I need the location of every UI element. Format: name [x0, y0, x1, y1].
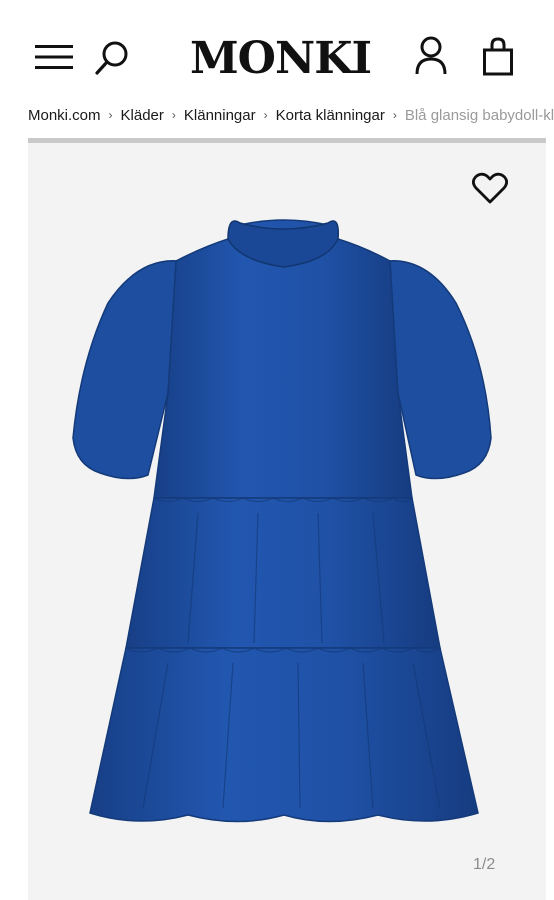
cart-icon — [483, 37, 513, 76]
favorite-button[interactable] — [470, 170, 510, 206]
account-icon — [415, 36, 447, 75]
menu-icon — [35, 45, 73, 69]
image-counter: 1/2 — [473, 856, 496, 873]
search-button[interactable] — [92, 38, 132, 78]
breadcrumb-current: Blå glansig babydoll-klänning — [404, 106, 554, 124]
cart-button[interactable] — [479, 35, 517, 77]
breadcrumb-short-dresses[interactable]: Korta klänningar — [276, 107, 385, 124]
site-header: MONKI — [0, 0, 554, 100]
chevron-right-icon: › — [392, 108, 397, 122]
breadcrumb-home[interactable]: Monki.com — [28, 107, 101, 124]
chevron-right-icon: › — [171, 108, 176, 122]
logo-text: MONKI — [189, 32, 372, 84]
breadcrumb-dresses[interactable]: Klänningar — [184, 107, 256, 124]
account-button[interactable] — [412, 35, 450, 77]
product-image — [72, 219, 492, 823]
breadcrumb: Monki.com › Kläder › Klänningar › Korta … — [28, 103, 554, 127]
menu-button[interactable] — [34, 40, 74, 74]
chevron-right-icon: › — [108, 108, 113, 122]
product-image-gallery[interactable]: 1/2 — [28, 143, 546, 900]
heart-icon — [472, 172, 508, 204]
breadcrumb-clothes[interactable]: Kläder — [121, 107, 164, 124]
logo[interactable]: MONKI — [189, 30, 372, 86]
chevron-right-icon: › — [263, 108, 268, 122]
search-icon — [95, 41, 128, 75]
